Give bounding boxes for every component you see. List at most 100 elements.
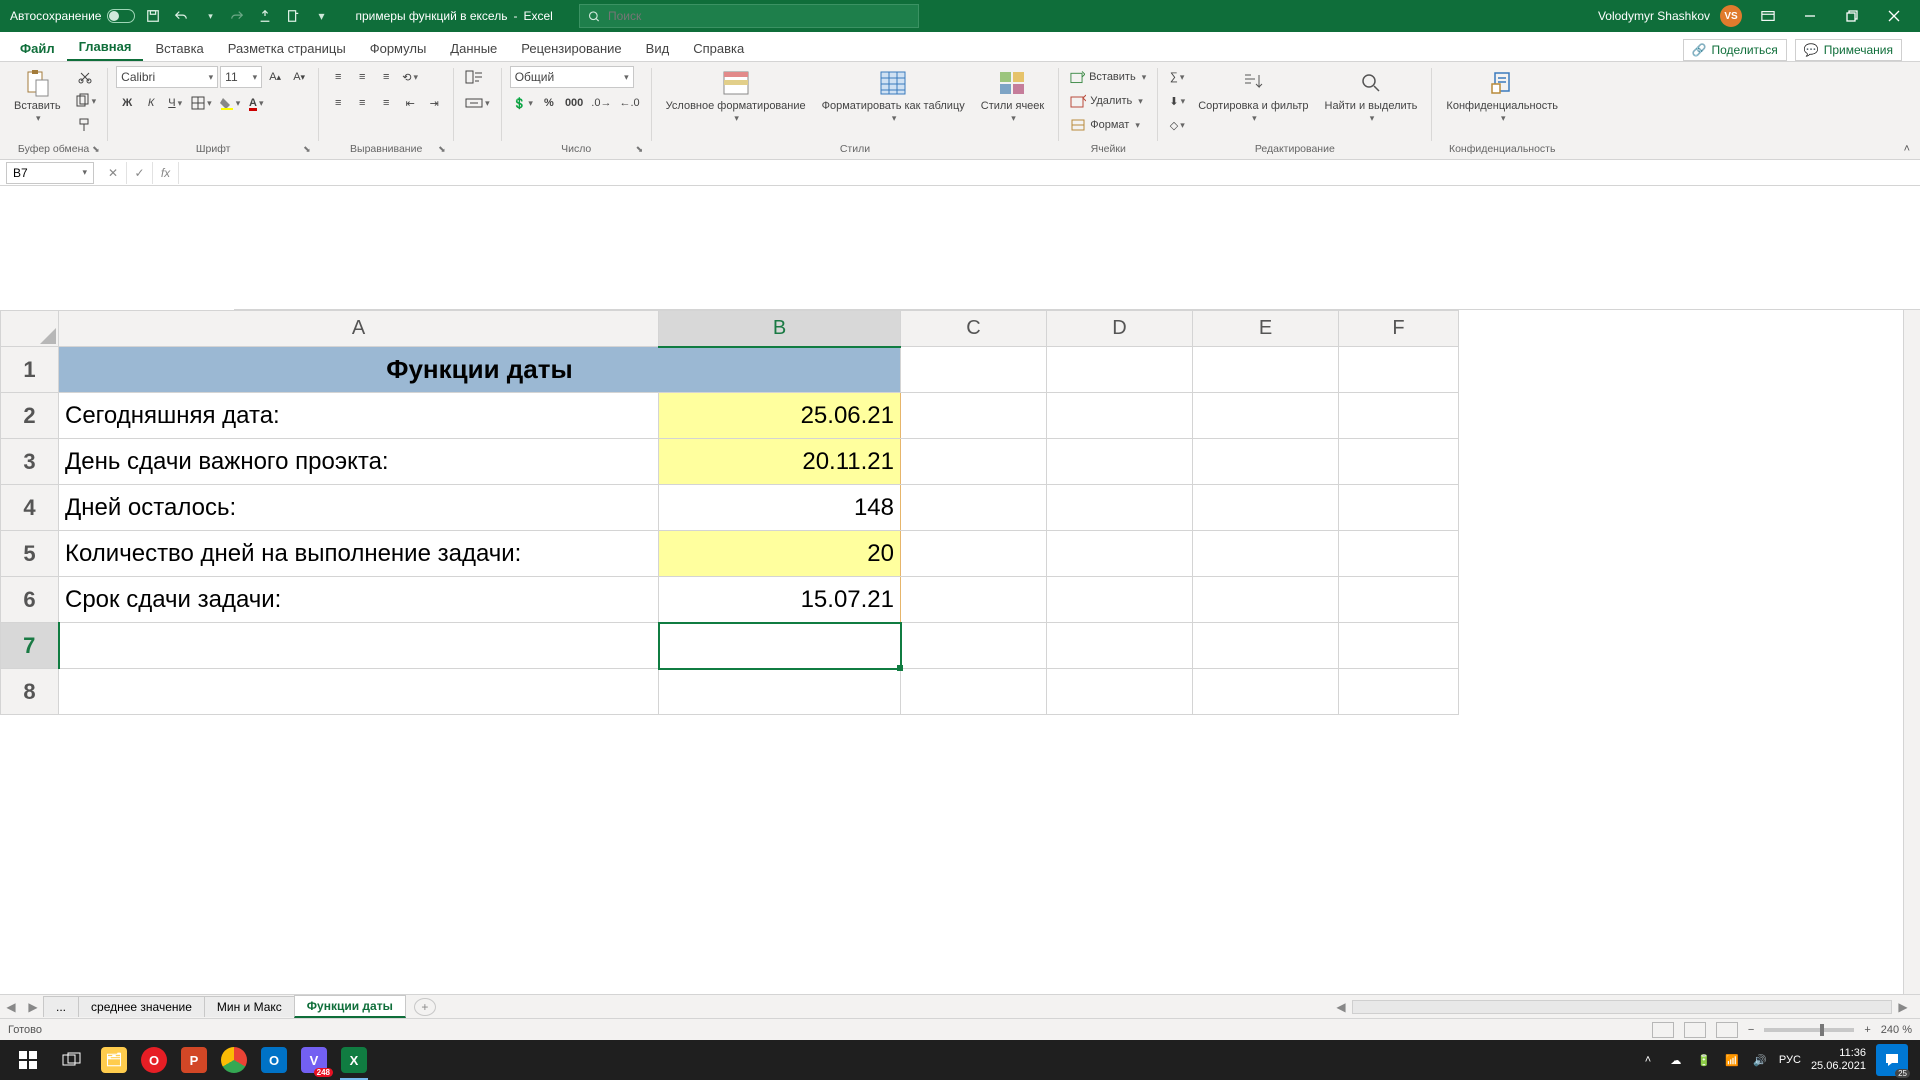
- col-C[interactable]: C: [901, 311, 1047, 347]
- outlook-app[interactable]: O: [254, 1040, 294, 1080]
- dialog-launcher-icon[interactable]: ⬊: [92, 144, 104, 156]
- cell-B3[interactable]: 20.11.21: [659, 439, 901, 485]
- cell-B4[interactable]: 148: [659, 485, 901, 531]
- volume-icon[interactable]: 🔊: [1751, 1054, 1769, 1067]
- user-name[interactable]: Volodymyr Shashkov: [1598, 9, 1710, 23]
- clear-button[interactable]: ◇▾: [1166, 114, 1188, 136]
- align-left-button[interactable]: ≡: [327, 92, 349, 114]
- cell-styles-button[interactable]: Стили ячеек▾: [975, 66, 1050, 126]
- insert-function-button[interactable]: fx: [152, 162, 178, 184]
- underline-button[interactable]: Ч▾: [164, 92, 186, 114]
- search-input[interactable]: [608, 9, 910, 23]
- tab-review[interactable]: Рецензирование: [509, 35, 633, 61]
- sheet-nav-prev[interactable]: ◀: [0, 1000, 22, 1014]
- italic-button[interactable]: К: [140, 92, 162, 114]
- fill-color-button[interactable]: ▾: [217, 92, 244, 114]
- format-as-table-button[interactable]: Форматировать как таблицу▾: [816, 66, 971, 126]
- tab-insert[interactable]: Вставка: [143, 35, 215, 61]
- sheet-tab-avg[interactable]: среднее значение: [78, 996, 205, 1017]
- share-button[interactable]: 🔗Поделиться: [1683, 39, 1787, 61]
- cell-B2[interactable]: 25.06.21: [659, 393, 901, 439]
- undo-button[interactable]: [171, 6, 191, 26]
- cell-A5[interactable]: Количество дней на выполнение задачи:: [59, 531, 659, 577]
- accounting-button[interactable]: 💲▾: [510, 92, 536, 114]
- action-center-button[interactable]: 25: [1876, 1044, 1908, 1076]
- maximize-button[interactable]: [1836, 0, 1868, 32]
- page-layout-view-button[interactable]: [1684, 1022, 1706, 1038]
- sort-filter-button[interactable]: Сортировка и фильтр▾: [1192, 66, 1314, 126]
- row-6[interactable]: 6: [1, 577, 59, 623]
- wifi-icon[interactable]: 📶: [1723, 1054, 1741, 1067]
- redo-button[interactable]: [227, 6, 247, 26]
- paste-button[interactable]: Вставить ▾: [8, 66, 67, 126]
- tab-layout[interactable]: Разметка страницы: [216, 35, 358, 61]
- cell-B5[interactable]: 20: [659, 531, 901, 577]
- font-size-combo[interactable]: 11▾: [220, 66, 262, 88]
- opera-app[interactable]: O: [134, 1040, 174, 1080]
- zoom-level[interactable]: 240 %: [1881, 1024, 1912, 1036]
- merge-button[interactable]: ▾: [462, 92, 493, 114]
- zoom-slider[interactable]: [1764, 1028, 1854, 1032]
- col-D[interactable]: D: [1047, 311, 1193, 347]
- sheet-nav-next[interactable]: ▶: [22, 1000, 44, 1014]
- excel-app[interactable]: X: [334, 1040, 374, 1080]
- tab-home[interactable]: Главная: [67, 33, 144, 61]
- battery-icon[interactable]: 🔋: [1695, 1054, 1713, 1067]
- comments-button[interactable]: 💬Примечания: [1795, 39, 1902, 61]
- autosave-toggle[interactable]: Автосохранение: [10, 9, 135, 23]
- enter-formula-button[interactable]: ✓: [126, 162, 152, 184]
- cell-A4[interactable]: Дней осталось:: [59, 485, 659, 531]
- sheet-tab-date-fn[interactable]: Функции даты: [294, 995, 406, 1018]
- user-avatar[interactable]: VS: [1720, 5, 1742, 27]
- orientation-button[interactable]: ⟲▾: [399, 66, 421, 88]
- powerpoint-app[interactable]: P: [174, 1040, 214, 1080]
- wrap-text-button[interactable]: [462, 66, 486, 88]
- sheet-tab-more[interactable]: ...: [43, 996, 79, 1017]
- row-8[interactable]: 8: [1, 669, 59, 715]
- find-select-button[interactable]: Найти и выделить▾: [1319, 66, 1424, 126]
- save-icon[interactable]: [143, 6, 163, 26]
- cancel-formula-button[interactable]: ✕: [100, 162, 126, 184]
- tab-help[interactable]: Справка: [681, 35, 756, 61]
- decrease-indent-button[interactable]: ⇤: [399, 92, 421, 114]
- ribbon-display-options-icon[interactable]: [1752, 0, 1784, 32]
- conditional-formatting-button[interactable]: Условное форматирование▾: [660, 66, 812, 126]
- page-break-view-button[interactable]: [1716, 1022, 1738, 1038]
- close-button[interactable]: [1878, 0, 1910, 32]
- format-painter-button[interactable]: [71, 114, 100, 136]
- name-box[interactable]: B7▾: [6, 162, 94, 184]
- onedrive-icon[interactable]: ☁: [1667, 1054, 1685, 1067]
- tab-formulas[interactable]: Формулы: [358, 35, 439, 61]
- delete-cells-button[interactable]: Удалить▾: [1067, 90, 1149, 112]
- row-7[interactable]: 7: [1, 623, 59, 669]
- increase-decimal-button[interactable]: .0→: [588, 92, 614, 114]
- col-A[interactable]: A: [59, 311, 659, 347]
- start-button[interactable]: [6, 1040, 50, 1080]
- formula-input[interactable]: [178, 162, 1920, 184]
- row-1[interactable]: 1: [1, 347, 59, 393]
- align-center-button[interactable]: ≡: [351, 92, 373, 114]
- touch-mode-icon[interactable]: [255, 6, 275, 26]
- hscroll-right[interactable]: ▶: [1892, 1000, 1914, 1014]
- row-2[interactable]: 2: [1, 393, 59, 439]
- viber-app[interactable]: V248: [294, 1040, 334, 1080]
- copy-button[interactable]: ▾: [71, 90, 100, 112]
- bold-button[interactable]: Ж: [116, 92, 138, 114]
- comma-button[interactable]: 000: [562, 92, 586, 114]
- cell-B7[interactable]: [659, 623, 901, 669]
- tab-view[interactable]: Вид: [634, 35, 682, 61]
- input-language[interactable]: РУС: [1779, 1054, 1801, 1066]
- decrease-decimal-button[interactable]: ←.0: [616, 92, 642, 114]
- dialog-launcher-icon[interactable]: ⬊: [636, 144, 648, 156]
- sheet-tab-minmax[interactable]: Мин и Макс: [204, 996, 295, 1017]
- cell-A3[interactable]: День сдачи важного проэкта:: [59, 439, 659, 485]
- format-cells-button[interactable]: Формат▾: [1067, 114, 1149, 136]
- row-3[interactable]: 3: [1, 439, 59, 485]
- chrome-app[interactable]: [214, 1040, 254, 1080]
- hscroll-left[interactable]: ◀: [1330, 1000, 1352, 1014]
- col-E[interactable]: E: [1193, 311, 1339, 347]
- addins-icon[interactable]: [283, 6, 303, 26]
- borders-button[interactable]: ▾: [188, 92, 215, 114]
- percent-button[interactable]: %: [538, 92, 560, 114]
- font-name-combo[interactable]: Calibri▾: [116, 66, 218, 88]
